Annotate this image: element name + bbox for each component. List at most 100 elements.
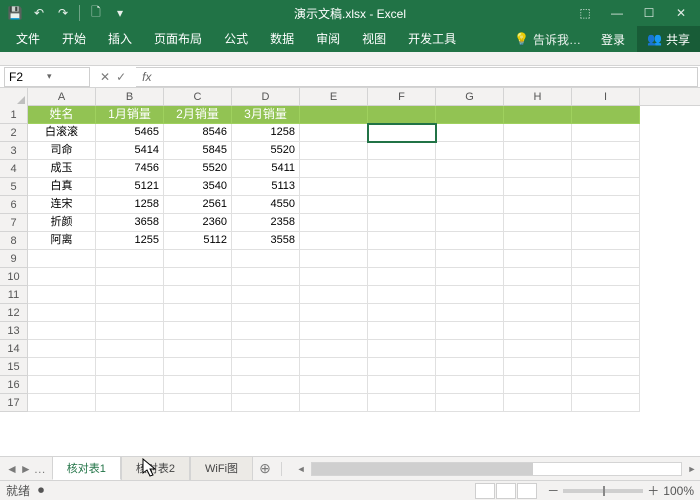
cell[interactable]: 4550: [232, 196, 300, 214]
row-header[interactable]: 3: [0, 142, 28, 160]
tab-view[interactable]: 视图: [352, 26, 396, 52]
cell[interactable]: [368, 232, 436, 250]
cell[interactable]: [572, 124, 640, 142]
close-button[interactable]: ✕: [666, 2, 696, 24]
cell[interactable]: [232, 286, 300, 304]
cell[interactable]: 3658: [96, 214, 164, 232]
row-header[interactable]: 15: [0, 358, 28, 376]
cell[interactable]: [368, 196, 436, 214]
cell[interactable]: [96, 304, 164, 322]
cell[interactable]: 5112: [164, 232, 232, 250]
cell[interactable]: [504, 232, 572, 250]
cell[interactable]: 白真: [28, 178, 96, 196]
cell[interactable]: [164, 304, 232, 322]
cell[interactable]: [232, 304, 300, 322]
cell[interactable]: 5113: [232, 178, 300, 196]
sheet-tab[interactable]: 核对表2: [121, 456, 190, 480]
cell[interactable]: [572, 340, 640, 358]
row-header[interactable]: 11: [0, 286, 28, 304]
cell[interactable]: [504, 178, 572, 196]
cell[interactable]: [164, 250, 232, 268]
cell[interactable]: 3558: [232, 232, 300, 250]
cell[interactable]: [300, 322, 368, 340]
cell[interactable]: [28, 250, 96, 268]
cell[interactable]: [572, 286, 640, 304]
cell[interactable]: [28, 376, 96, 394]
cell[interactable]: [436, 124, 504, 142]
tab-developer[interactable]: 开发工具: [398, 26, 466, 52]
cell[interactable]: [368, 142, 436, 160]
row-header[interactable]: 4: [0, 160, 28, 178]
zoom-in-button[interactable]: ＋: [647, 482, 659, 499]
cell[interactable]: 8546: [164, 124, 232, 142]
cell[interactable]: [436, 286, 504, 304]
cell[interactable]: [368, 322, 436, 340]
cell[interactable]: [436, 394, 504, 412]
cell[interactable]: [232, 340, 300, 358]
fx-icon[interactable]: fx: [136, 70, 157, 84]
cell[interactable]: [504, 358, 572, 376]
cell[interactable]: 5411: [232, 160, 300, 178]
nav-next-icon[interactable]: ►: [20, 462, 32, 476]
cell[interactable]: [504, 142, 572, 160]
col-header-B[interactable]: B: [96, 88, 164, 106]
new-button[interactable]: 🗋: [85, 2, 107, 24]
col-header-C[interactable]: C: [164, 88, 232, 106]
cell[interactable]: [300, 358, 368, 376]
qat-customize-button[interactable]: ▾: [109, 2, 131, 24]
cell[interactable]: [504, 124, 572, 142]
tab-file[interactable]: 文件: [6, 26, 50, 52]
cell[interactable]: [572, 394, 640, 412]
tab-insert[interactable]: 插入: [98, 26, 142, 52]
cell[interactable]: 成玉: [28, 160, 96, 178]
cell[interactable]: [164, 322, 232, 340]
cell[interactable]: [504, 160, 572, 178]
cell[interactable]: [572, 196, 640, 214]
view-normal-button[interactable]: [475, 483, 495, 499]
col-header-H[interactable]: H: [504, 88, 572, 106]
cell[interactable]: [300, 214, 368, 232]
cell[interactable]: [572, 160, 640, 178]
scroll-right-icon[interactable]: ►: [684, 464, 700, 474]
tab-formulas[interactable]: 公式: [214, 26, 258, 52]
chevron-down-icon[interactable]: ▾: [47, 71, 85, 82]
row-header[interactable]: 17: [0, 394, 28, 412]
cell[interactable]: 5465: [96, 124, 164, 142]
cell[interactable]: [232, 250, 300, 268]
cell[interactable]: [232, 268, 300, 286]
enter-icon[interactable]: ✓: [116, 70, 126, 84]
cell[interactable]: 7456: [96, 160, 164, 178]
cell[interactable]: [164, 268, 232, 286]
cell[interactable]: [28, 286, 96, 304]
col-header-G[interactable]: G: [436, 88, 504, 106]
cell[interactable]: 5845: [164, 142, 232, 160]
cell[interactable]: 1255: [96, 232, 164, 250]
col-header-D[interactable]: D: [232, 88, 300, 106]
cell[interactable]: [436, 196, 504, 214]
cell[interactable]: [436, 268, 504, 286]
cell[interactable]: [96, 358, 164, 376]
cell[interactable]: 连宋: [28, 196, 96, 214]
worksheet[interactable]: ABCDEFGHI 1姓名1月销量2月销量3月销量2白滚滚54658546125…: [0, 88, 700, 456]
cell[interactable]: 2360: [164, 214, 232, 232]
cell[interactable]: [504, 286, 572, 304]
cell[interactable]: [300, 196, 368, 214]
cell[interactable]: [96, 268, 164, 286]
row-header[interactable]: 10: [0, 268, 28, 286]
cell[interactable]: [436, 340, 504, 358]
cell[interactable]: [572, 304, 640, 322]
cell[interactable]: [504, 250, 572, 268]
cell[interactable]: [28, 268, 96, 286]
cell[interactable]: [572, 268, 640, 286]
cell[interactable]: 5121: [96, 178, 164, 196]
cell[interactable]: [572, 142, 640, 160]
row-header[interactable]: 9: [0, 250, 28, 268]
cell[interactable]: 1258: [232, 124, 300, 142]
cell[interactable]: [368, 124, 436, 142]
cell[interactable]: [572, 214, 640, 232]
h-scrollbar[interactable]: ◄ ►: [293, 461, 700, 477]
ribbon-options-button[interactable]: ⬚: [570, 2, 600, 24]
undo-button[interactable]: ↶: [28, 2, 50, 24]
cell[interactable]: [436, 106, 504, 124]
cell[interactable]: [572, 232, 640, 250]
